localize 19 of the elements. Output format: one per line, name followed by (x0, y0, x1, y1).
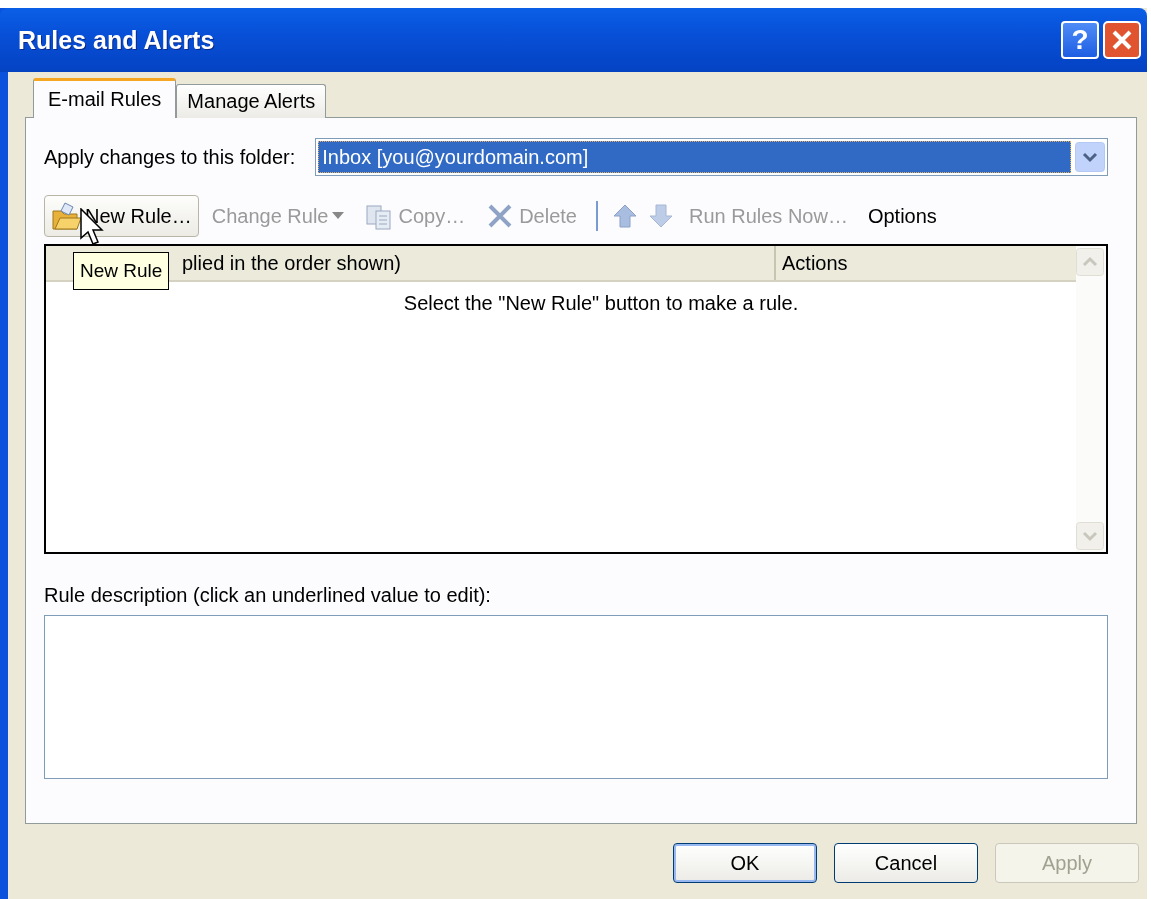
tab[interactable]: E-mail Rules (33, 78, 177, 118)
help-button[interactable]: ? (1061, 21, 1099, 59)
dialog-button[interactable]: Cancel (834, 843, 978, 883)
tooltip: New Rule (73, 252, 170, 290)
column-header[interactable]: Actions (776, 246, 848, 280)
folder-dropdown[interactable]: Inbox [you@yourdomain.com] (315, 138, 1108, 176)
close-button[interactable] (1103, 21, 1141, 59)
scroll-up-icon[interactable] (1076, 248, 1104, 276)
caret-icon (332, 212, 345, 220)
tab[interactable]: Manage Alerts (176, 84, 327, 118)
dialog-button[interactable]: OK (673, 843, 817, 883)
description-label: Rule description (click an underlined value to edit): (44, 584, 492, 607)
toolbar-button[interactable]: New Rule… (44, 195, 199, 237)
folder-icon (51, 201, 81, 231)
window-title: Rules and Alerts (18, 25, 216, 55)
empty-message: Select the "New Rule" button to make a rule. (403, 292, 799, 315)
scroll-down-icon[interactable] (1076, 522, 1104, 550)
toolbar-button[interactable]: Options (860, 195, 944, 237)
folder-label: Apply changes to this folder: (44, 145, 296, 169)
